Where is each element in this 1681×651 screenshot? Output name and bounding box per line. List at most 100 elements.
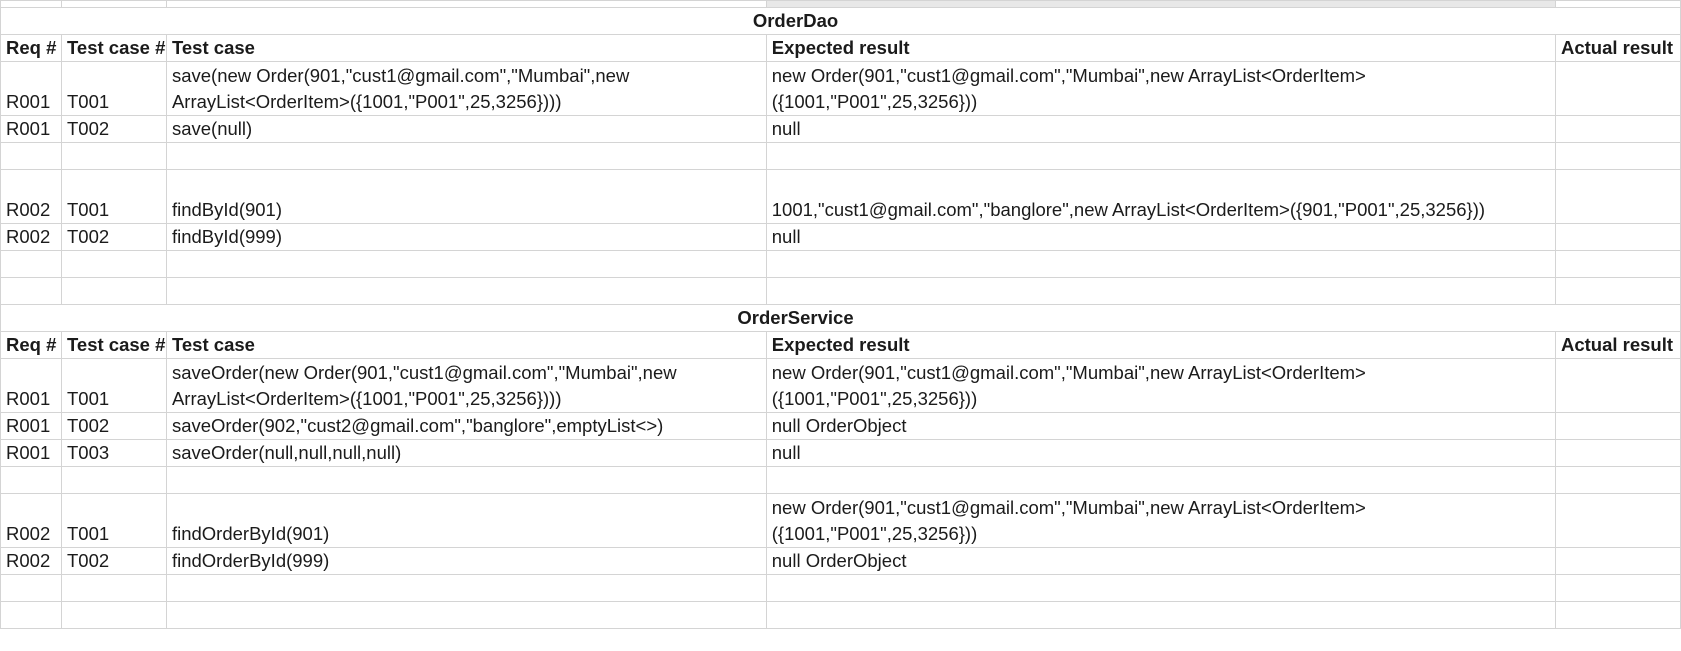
test-case-cell[interactable]: save(new Order(901,"cust1@gmail.com","Mu… xyxy=(165,61,767,116)
expected-result-cell[interactable]: null OrderObject xyxy=(765,547,1556,575)
column-header[interactable]: Actual result xyxy=(1554,34,1681,62)
column-header[interactable]: Test case # xyxy=(60,331,167,359)
spreadsheet-grid: OrderDao Req # Test case # Test case Expecte… xyxy=(0,0,1681,629)
test-case-number-cell[interactable] xyxy=(60,574,167,602)
actual-result-cell[interactable] xyxy=(1554,250,1681,278)
expected-result-cell[interactable]: new Order(901,"cust1@gmail.com","Mumbai"… xyxy=(765,493,1556,548)
table-row xyxy=(0,142,1681,170)
actual-result-cell[interactable] xyxy=(1554,601,1681,629)
req-cell[interactable]: R001 xyxy=(0,115,62,143)
req-cell[interactable] xyxy=(0,277,62,305)
test-case-number-cell[interactable]: T002 xyxy=(60,547,167,575)
expected-result-cell[interactable]: 1001,"cust1@gmail.com","banglore",new Ar… xyxy=(765,169,1556,224)
test-case-number-cell[interactable]: T002 xyxy=(60,115,167,143)
actual-result-cell[interactable] xyxy=(1554,412,1681,440)
actual-result-cell[interactable] xyxy=(1554,439,1681,467)
table-row: R001 T002 saveOrder(902,"cust2@gmail.com",… xyxy=(0,412,1681,440)
req-cell[interactable] xyxy=(0,250,62,278)
test-case-number-cell[interactable]: T002 xyxy=(60,412,167,440)
column-header[interactable]: Req # xyxy=(0,331,62,359)
header-row: Req # Test case # Test case Expected result… xyxy=(0,34,1681,62)
actual-result-cell[interactable] xyxy=(1554,115,1681,143)
table-row: R001 T001 save(new Order(901,"cust1@gmail.… xyxy=(0,61,1681,116)
cell[interactable] xyxy=(0,0,62,8)
test-case-cell[interactable] xyxy=(165,574,767,602)
column-header[interactable]: Test case xyxy=(165,34,767,62)
test-case-number-cell[interactable] xyxy=(60,601,167,629)
actual-result-cell[interactable] xyxy=(1554,466,1681,494)
actual-result-cell[interactable] xyxy=(1554,223,1681,251)
test-case-cell[interactable]: saveOrder(null,null,null,null) xyxy=(165,439,767,467)
test-case-cell[interactable] xyxy=(165,277,767,305)
test-case-number-cell[interactable]: T001 xyxy=(60,358,167,413)
req-cell[interactable] xyxy=(0,574,62,602)
test-case-number-cell[interactable]: T001 xyxy=(60,61,167,116)
test-case-cell[interactable]: findOrderById(999) xyxy=(165,547,767,575)
table-row xyxy=(0,277,1681,305)
expected-result-cell[interactable] xyxy=(765,142,1556,170)
expected-result-cell[interactable] xyxy=(765,574,1556,602)
req-cell[interactable] xyxy=(0,142,62,170)
actual-result-cell[interactable] xyxy=(1554,547,1681,575)
test-case-cell[interactable] xyxy=(165,601,767,629)
req-cell[interactable]: R002 xyxy=(0,547,62,575)
test-case-cell[interactable]: findById(901) xyxy=(165,169,767,224)
actual-result-cell[interactable] xyxy=(1554,358,1681,413)
req-cell[interactable] xyxy=(0,601,62,629)
actual-result-cell[interactable] xyxy=(1554,574,1681,602)
expected-result-cell[interactable]: null xyxy=(765,115,1556,143)
req-cell[interactable]: R002 xyxy=(0,493,62,548)
test-case-number-cell[interactable]: T001 xyxy=(60,493,167,548)
test-case-number-cell[interactable] xyxy=(60,277,167,305)
actual-result-cell[interactable] xyxy=(1554,277,1681,305)
req-cell[interactable]: R002 xyxy=(0,169,62,224)
test-case-cell[interactable] xyxy=(165,466,767,494)
test-case-number-cell[interactable]: T003 xyxy=(60,439,167,467)
section-title[interactable]: OrderService xyxy=(0,304,1681,332)
column-header[interactable]: Test case # xyxy=(60,34,167,62)
cell-selected[interactable] xyxy=(765,0,1556,8)
req-cell[interactable] xyxy=(0,466,62,494)
column-header[interactable]: Req # xyxy=(0,34,62,62)
column-header[interactable]: Actual result xyxy=(1554,331,1681,359)
test-case-cell[interactable]: saveOrder(902,"cust2@gmail.com","banglor… xyxy=(165,412,767,440)
expected-result-cell[interactable]: new Order(901,"cust1@gmail.com","Mumbai"… xyxy=(765,61,1556,116)
test-case-number-cell[interactable] xyxy=(60,466,167,494)
section-title[interactable]: OrderDao xyxy=(0,7,1681,35)
test-case-cell[interactable]: findOrderById(901) xyxy=(165,493,767,548)
expected-result-cell[interactable]: null OrderObject xyxy=(765,412,1556,440)
test-case-cell[interactable]: findById(999) xyxy=(165,223,767,251)
expected-result-cell[interactable]: new Order(901,"cust1@gmail.com","Mumbai"… xyxy=(765,358,1556,413)
expected-result-cell[interactable] xyxy=(765,601,1556,629)
actual-result-cell[interactable] xyxy=(1554,493,1681,548)
test-case-number-cell[interactable] xyxy=(60,142,167,170)
test-case-number-cell[interactable]: T002 xyxy=(60,223,167,251)
column-header[interactable]: Expected result xyxy=(765,34,1556,62)
expected-result-cell[interactable] xyxy=(765,277,1556,305)
column-header[interactable]: Test case xyxy=(165,331,767,359)
actual-result-cell[interactable] xyxy=(1554,169,1681,224)
cell[interactable] xyxy=(165,0,767,8)
req-cell[interactable]: R001 xyxy=(0,358,62,413)
req-cell[interactable]: R001 xyxy=(0,439,62,467)
expected-result-cell[interactable] xyxy=(765,466,1556,494)
test-case-number-cell[interactable] xyxy=(60,250,167,278)
test-case-cell[interactable]: saveOrder(new Order(901,"cust1@gmail.com… xyxy=(165,358,767,413)
test-case-cell[interactable] xyxy=(165,142,767,170)
test-case-cell[interactable]: save(null) xyxy=(165,115,767,143)
expected-result-cell[interactable]: null xyxy=(765,439,1556,467)
table-row: R001 T002 save(null) null xyxy=(0,115,1681,143)
expected-result-cell[interactable] xyxy=(765,250,1556,278)
cell[interactable] xyxy=(60,0,167,8)
req-cell[interactable]: R002 xyxy=(0,223,62,251)
req-cell[interactable]: R001 xyxy=(0,61,62,116)
column-header[interactable]: Expected result xyxy=(765,331,1556,359)
actual-result-cell[interactable] xyxy=(1554,142,1681,170)
actual-result-cell[interactable] xyxy=(1554,61,1681,116)
expected-result-cell[interactable]: null xyxy=(765,223,1556,251)
test-case-number-cell[interactable]: T001 xyxy=(60,169,167,224)
test-case-cell[interactable] xyxy=(165,250,767,278)
req-cell[interactable]: R001 xyxy=(0,412,62,440)
table-row: R002 T002 findOrderById(999) null OrderObje… xyxy=(0,547,1681,575)
cell[interactable] xyxy=(1554,0,1681,8)
